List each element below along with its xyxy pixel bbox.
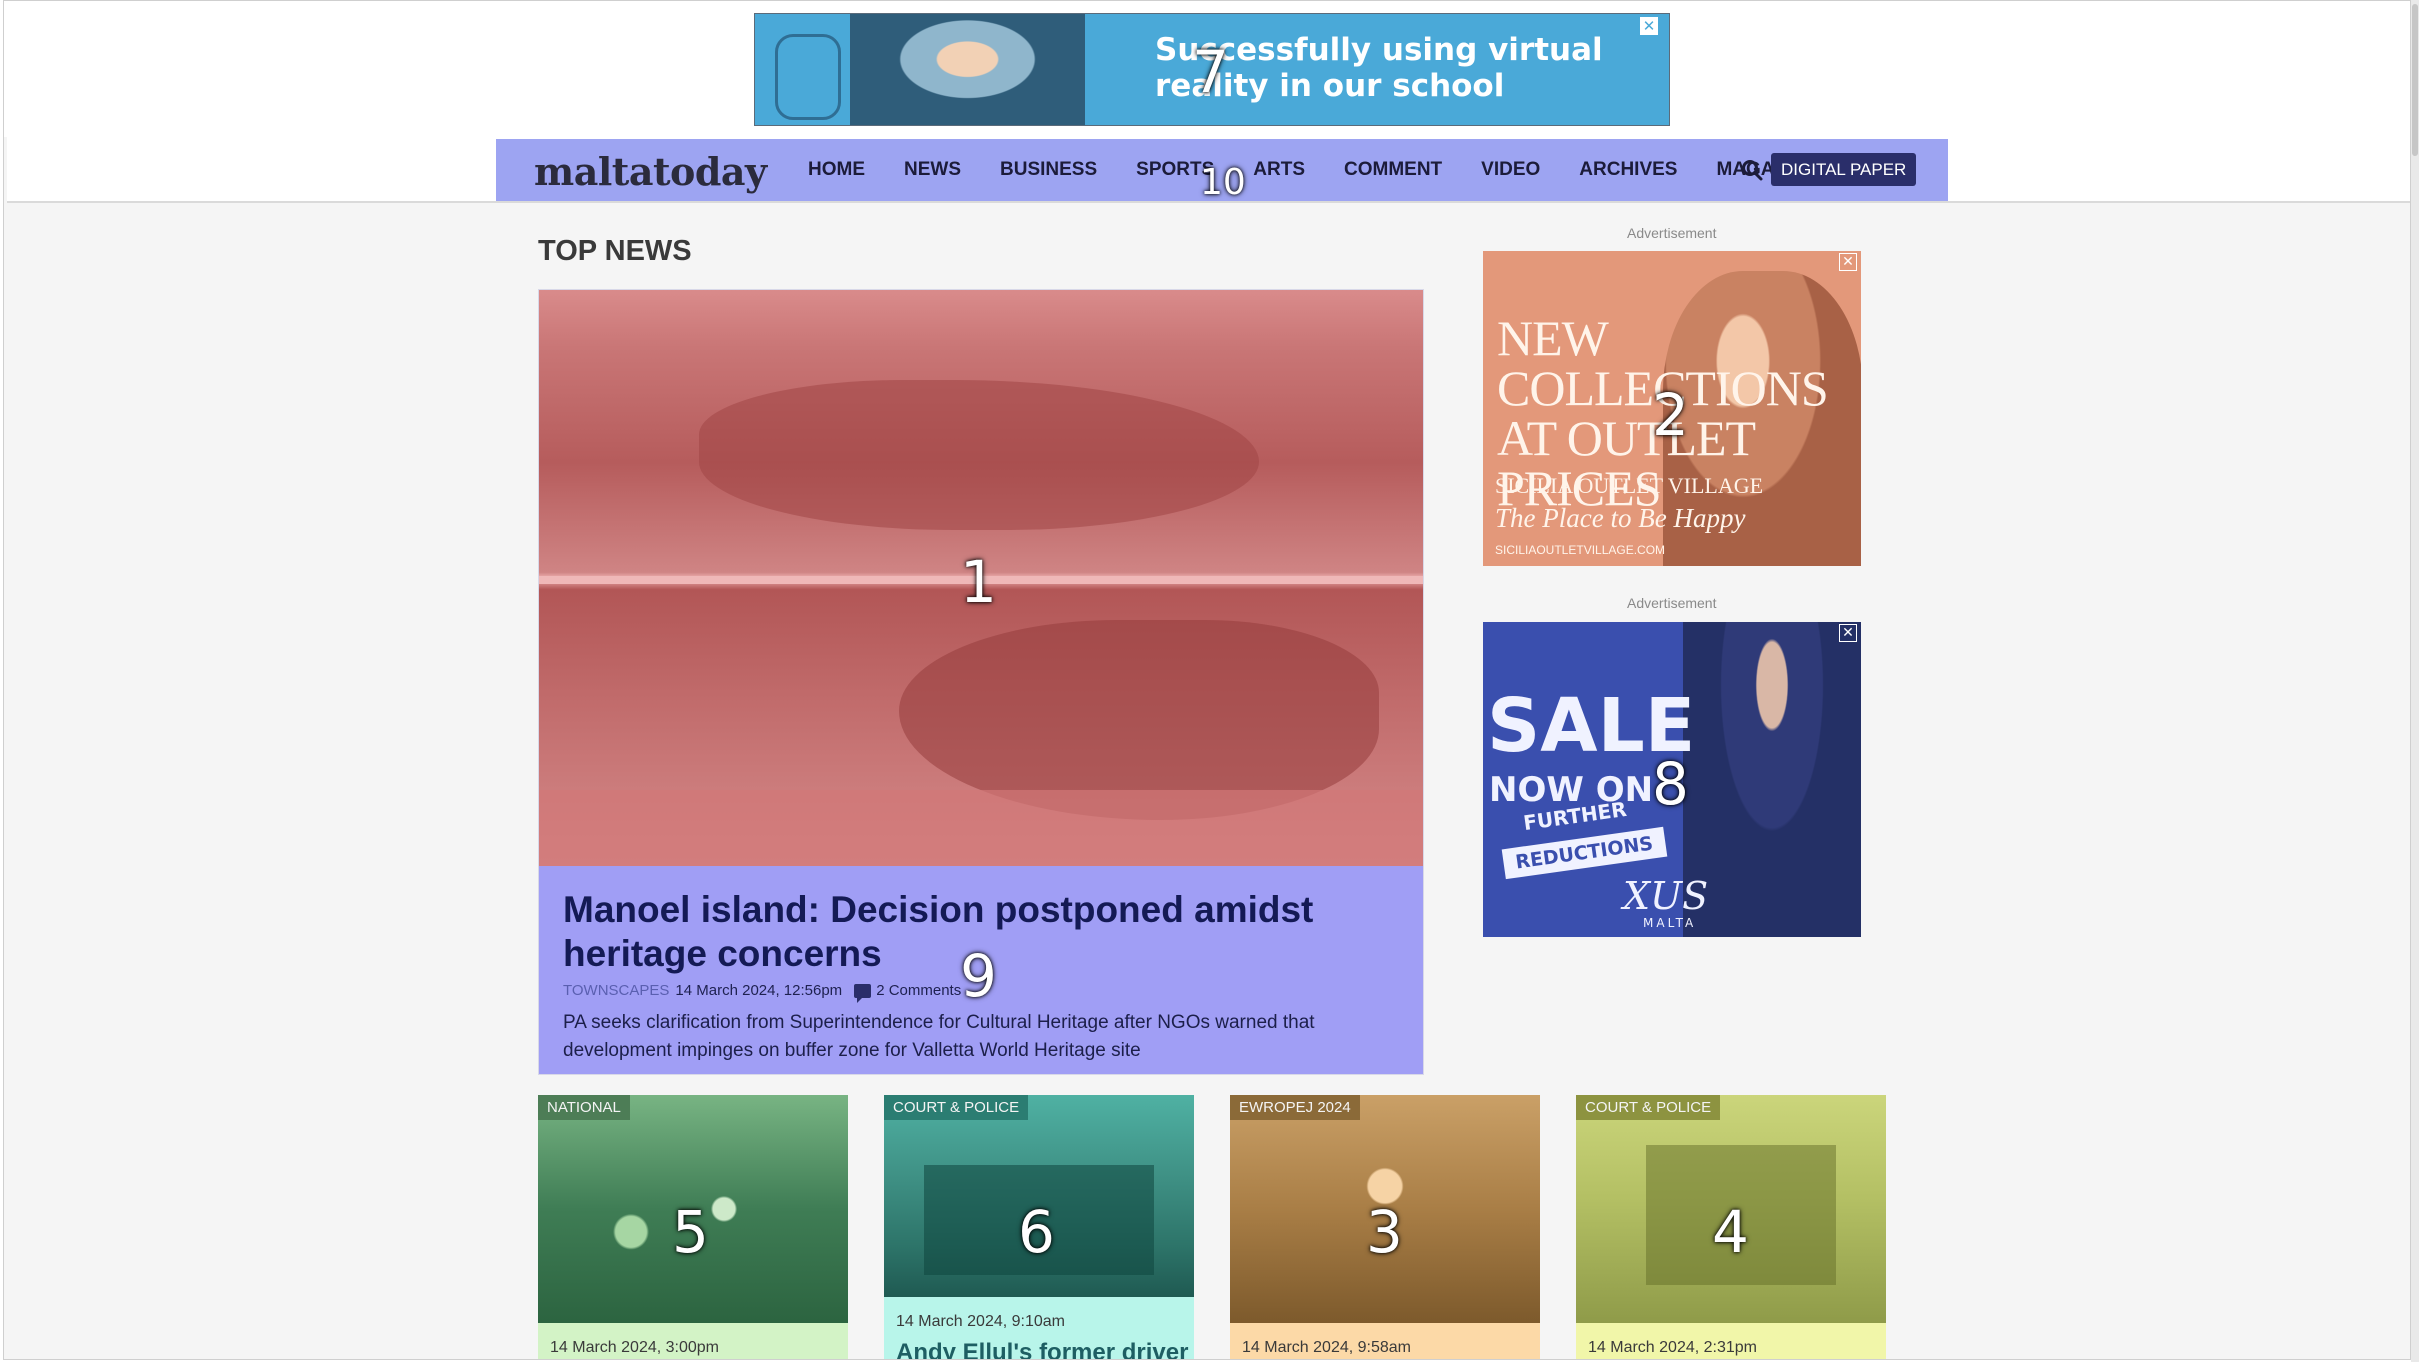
category-tag[interactable]: COURT & POLICE (884, 1095, 1029, 1120)
comment-icon (854, 983, 872, 1003)
lead-story-meta: TOWNSCAPES 14 March 2024, 12:56pm 2 Comm… (563, 982, 1403, 1003)
category-tag[interactable]: EWROPEJ 2024 (1230, 1095, 1360, 1120)
nav-item-archives[interactable]: ARCHIVES (1579, 159, 1677, 181)
news-card-date: 14 March 2024, 9:58am (1242, 1339, 1411, 1356)
story-datetime: 14 March 2024, 12:56pm (675, 982, 843, 999)
comments-link[interactable]: 2 Comments (876, 982, 961, 999)
sidebar-ad-outlet[interactable]: NEW COLLECTIONS AT OUTLET PRICES SICILIA… (1483, 251, 1861, 566)
nav-item-sports[interactable]: SPORTS (1136, 159, 1214, 181)
search-icon[interactable] (1741, 159, 1763, 181)
scrollbar-thumb[interactable] (2412, 4, 2418, 156)
nav-item-home[interactable]: HOME (808, 159, 865, 181)
nav-item-news[interactable]: NEWS (904, 159, 961, 181)
news-card-title[interactable]: Andy Ellul's former driver (896, 1339, 1188, 1359)
image-divider (539, 576, 1423, 584)
ad-label: Advertisement (1627, 225, 1717, 241)
image-detail (699, 380, 1259, 530)
news-card-date: 14 March 2024, 2:31pm (1588, 1339, 1757, 1356)
close-icon[interactable]: ✕ (1639, 16, 1659, 36)
site-logo[interactable]: maltatoday (534, 149, 767, 194)
scrollbar[interactable] (2411, 0, 2419, 1362)
lead-story-body: Manoel island: Decision postponed amidst… (563, 888, 1403, 1065)
sidebar-ad-sale[interactable]: SALE NOW ON FURTHER REDUCTIONS XUS MALTA… (1483, 622, 1861, 937)
news-card-image[interactable] (538, 1095, 848, 1323)
top-banner-ad[interactable]: Successfully using virtual reality in ou… (754, 13, 1670, 126)
top-ad-strip: Successfully using virtual reality in ou… (4, 1, 2410, 137)
nav-item-comment[interactable]: COMMENT (1344, 159, 1442, 181)
ad1-brand: SICILIA OUTLET VILLAGE (1495, 473, 1764, 498)
lead-story-image[interactable] (539, 290, 1423, 866)
ad-label: Advertisement (1627, 595, 1717, 611)
ad1-tagline: The Place to Be Happy (1495, 503, 1746, 533)
lead-story-title[interactable]: Manoel island: Decision postponed amidst… (563, 888, 1403, 976)
news-card-image[interactable] (1576, 1095, 1886, 1323)
news-card[interactable]: EWROPEJ 2024 14 March 2024, 9:58am (1230, 1095, 1540, 1359)
news-card-image[interactable] (1230, 1095, 1540, 1323)
top-ad-headline: Successfully using virtual reality in ou… (1155, 32, 1603, 104)
ad2-sale: SALE (1487, 683, 1696, 769)
news-card[interactable]: NATIONAL 14 March 2024, 3:00pm (538, 1095, 848, 1359)
image-detail (924, 1165, 1154, 1275)
category-tag[interactable]: COURT & POLICE (1576, 1095, 1721, 1120)
ad-photo (850, 14, 1085, 125)
nav-item-video[interactable]: VIDEO (1481, 159, 1540, 181)
ad1-url: SICILIAOUTLETVILLAGE.COM (1495, 543, 1666, 557)
ad-photo (1683, 622, 1861, 937)
category-link[interactable]: TOWNSCAPES (563, 982, 669, 999)
image-detail (1646, 1145, 1836, 1285)
news-card-date: 14 March 2024, 3:00pm (550, 1339, 719, 1356)
news-card-date: 14 March 2024, 9:10am (896, 1313, 1065, 1330)
browser-viewport: Successfully using virtual reality in ou… (3, 0, 2411, 1360)
news-card-image[interactable] (884, 1095, 1194, 1297)
nav-menu: HOME NEWS BUSINESS SPORTS ARTS COMMENT V… (808, 139, 1869, 201)
ad-decoration (775, 34, 841, 120)
section-title: TOP NEWS (538, 235, 692, 267)
nav-item-business[interactable]: BUSINESS (1000, 159, 1097, 181)
news-card[interactable]: COURT & POLICE 14 March 2024, 9:10am And… (884, 1095, 1194, 1359)
main-navigation: maltatoday HOME NEWS BUSINESS SPORTS ART… (496, 139, 1948, 201)
category-tag[interactable]: NATIONAL (538, 1095, 630, 1120)
ad2-brand-sub: MALTA (1643, 916, 1697, 930)
close-icon[interactable]: ✕ (1839, 253, 1857, 271)
nav-item-arts[interactable]: ARTS (1253, 159, 1305, 181)
lead-story-summary: PA seeks clarification from Superintende… (563, 1012, 1315, 1061)
ad2-brand: XUS (1623, 874, 1709, 918)
lead-story[interactable]: Manoel island: Decision postponed amidst… (538, 289, 1424, 1075)
news-card[interactable]: COURT & POLICE 14 March 2024, 2:31pm (1576, 1095, 1886, 1359)
close-icon[interactable]: ✕ (1839, 624, 1857, 642)
image-detail (539, 790, 1423, 866)
digital-paper-button[interactable]: DIGITAL PAPER (1771, 153, 1917, 186)
